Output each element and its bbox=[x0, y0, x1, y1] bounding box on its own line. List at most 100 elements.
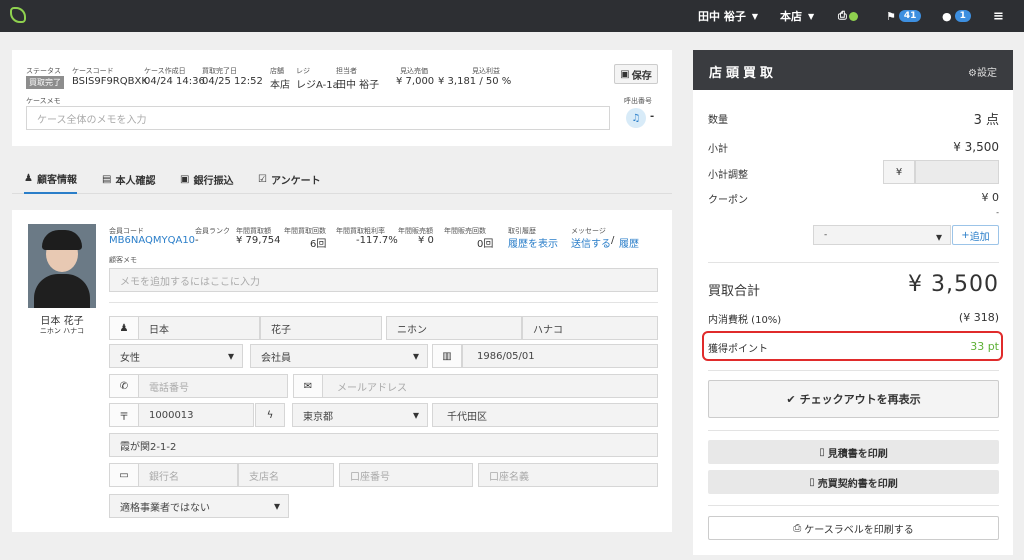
print-label-button[interactable]: ⎙ ケースラベルを印刷する bbox=[708, 516, 999, 540]
coupon-dash: - bbox=[996, 208, 999, 217]
subtotal-label: 小計 bbox=[708, 144, 728, 155]
chat-notifications[interactable]: ● 1 bbox=[942, 0, 971, 32]
points-label: 獲得ポイント bbox=[708, 344, 768, 355]
address-input[interactable]: 霞が関2-1-2 bbox=[109, 433, 658, 457]
settings-link[interactable]: ⚙設定 bbox=[968, 64, 997, 79]
total-row: 買取合計 ¥ 3,500 bbox=[708, 272, 999, 299]
subtotal-row: 小計 ¥ 3,500 bbox=[708, 140, 999, 155]
store-menu[interactable]: 本店 ▼ bbox=[780, 0, 814, 32]
total-value: ¥ 3,500 bbox=[908, 272, 999, 297]
member-type-select[interactable]: 会社員 bbox=[250, 344, 428, 368]
last-kana-input[interactable]: ニホン bbox=[386, 316, 522, 340]
tab-label: 顧客情報 bbox=[36, 174, 77, 186]
customer-memo-input[interactable]: メモを追加するにはここに入力 bbox=[109, 268, 658, 292]
document-icon: ▯ bbox=[809, 476, 815, 488]
tax-value: (¥ 318) bbox=[958, 311, 999, 324]
rank-label: 会員ランク bbox=[195, 227, 230, 235]
last-name-input[interactable]: 日本 bbox=[138, 316, 260, 340]
print-label-text: ケースラベルを印刷する bbox=[804, 524, 914, 536]
qty-row: 数量 3 点 bbox=[708, 111, 999, 128]
photo-body bbox=[34, 274, 90, 308]
money-icon: ▣ bbox=[180, 173, 190, 185]
print-contract-label: 売買契約書を印刷 bbox=[817, 478, 898, 490]
yen-prefix: ¥ bbox=[883, 160, 915, 184]
bell-icon[interactable]: ♫ bbox=[626, 108, 646, 128]
gender-select[interactable]: 女性 bbox=[109, 344, 243, 368]
gear-icon: ⚙ bbox=[968, 68, 977, 79]
divider bbox=[708, 370, 999, 371]
tab-label: アンケート bbox=[270, 175, 321, 187]
email-input[interactable]: メールアドレス bbox=[322, 374, 658, 398]
envelope-icon: ✉ bbox=[293, 374, 323, 398]
store-label: 店舗 bbox=[270, 67, 284, 75]
bank-placeholder: 銀行名 bbox=[149, 471, 179, 483]
city-input[interactable]: 千代田区 bbox=[432, 403, 658, 427]
first-kana-input[interactable]: ハナコ bbox=[522, 316, 658, 340]
member-code-link[interactable]: MB6NAQMYQA10 bbox=[109, 235, 195, 246]
staff-value: 田中 裕子 bbox=[336, 80, 380, 91]
zip-input[interactable]: 1000013 bbox=[138, 403, 254, 427]
case-code-label: ケースコード bbox=[72, 67, 114, 75]
phone-icon: ✆ bbox=[109, 374, 139, 398]
plus-icon: + bbox=[961, 229, 970, 241]
case-memo-input[interactable]: ケース全体のメモを入力 bbox=[26, 106, 610, 130]
done-label: 買取完了日 bbox=[202, 67, 237, 75]
invoice-select[interactable]: 適格事業者ではない bbox=[109, 494, 289, 518]
checkout-button[interactable]: ✔ チェックアウトを再表示 bbox=[708, 380, 999, 418]
coupon-select-value: - bbox=[824, 230, 828, 240]
branch-input[interactable]: 支店名 bbox=[238, 463, 334, 487]
user-menu[interactable]: 田中 裕子 ▼ bbox=[698, 0, 758, 32]
hamburger-menu-icon[interactable]: ≡ bbox=[993, 0, 1004, 32]
gender-value: 女性 bbox=[120, 352, 140, 364]
print-estimate-button[interactable]: ▯ 見積書を印刷 bbox=[708, 440, 999, 464]
tab-customer-info[interactable]: ♟ 顧客情報 bbox=[24, 164, 77, 194]
phone-input[interactable]: 電話番号 bbox=[138, 374, 288, 398]
status-dot-icon bbox=[848, 11, 858, 21]
first-name-input[interactable]: 花子 bbox=[260, 316, 382, 340]
est-profit-value: ¥ 3,181 / 50 % bbox=[438, 76, 512, 87]
coupon-label: クーポン bbox=[708, 195, 748, 206]
printer-icon: ⎙ bbox=[838, 9, 847, 22]
app-logo-icon[interactable] bbox=[10, 7, 26, 23]
coupon-select[interactable]: - bbox=[813, 225, 951, 245]
chevron-down-icon: ▼ bbox=[751, 11, 758, 21]
postal-icon: 〒 bbox=[109, 403, 139, 427]
register-label: レジ bbox=[296, 67, 310, 75]
chat-count-badge: 1 bbox=[954, 10, 971, 22]
sales-value: ¥ 0 bbox=[418, 235, 434, 246]
account-placeholder: 口座番号 bbox=[350, 471, 390, 483]
message-history-link[interactable]: 履歴 bbox=[619, 235, 639, 250]
est-sales-value: ¥ 7,000 bbox=[396, 76, 435, 87]
divider bbox=[708, 262, 999, 263]
customer-panel: 日本 花子 ニホン ハナコ 会員コード MB6NAQMYQA10 会員ランク -… bbox=[12, 210, 672, 532]
user-name: 田中 裕子 bbox=[698, 10, 746, 23]
tab-survey[interactable]: ☑ アンケート bbox=[258, 164, 321, 194]
adjust-input[interactable] bbox=[915, 160, 999, 184]
adjust-label: 小計調整 bbox=[708, 170, 748, 181]
checkout-label: チェックアウトを再表示 bbox=[799, 393, 921, 406]
add-coupon-button[interactable]: + 追加 bbox=[952, 225, 999, 245]
top-bar: 田中 裕子 ▼ 本店 ▼ ⎙ ⚑ 41 ● 1 ≡ bbox=[0, 0, 1024, 32]
annual-buy-value: ¥ 79,754 bbox=[236, 235, 281, 246]
link-separator: / bbox=[611, 235, 615, 246]
bank-name-input[interactable]: 銀行名 bbox=[138, 463, 238, 487]
tab-identity[interactable]: ▤ 本人確認 bbox=[102, 164, 155, 194]
total-label: 買取合計 bbox=[708, 284, 761, 299]
summary-title: 店頭買取 bbox=[709, 66, 778, 81]
history-link[interactable]: 履歴を表示 bbox=[508, 235, 558, 250]
save-button[interactable]: ▣ 保存 bbox=[614, 64, 658, 84]
prefecture-select[interactable]: 東京都 bbox=[292, 403, 428, 427]
flag-notifications[interactable]: ⚑ 41 bbox=[886, 0, 922, 32]
send-message-link[interactable]: 送信する bbox=[571, 235, 611, 250]
print-contract-button[interactable]: ▯ 売買契約書を印刷 bbox=[708, 470, 999, 494]
tab-bank-transfer[interactable]: ▣ 銀行振込 bbox=[180, 164, 233, 194]
account-holder-input[interactable]: 口座名義 bbox=[478, 463, 658, 487]
invoice-value: 適格事業者ではない bbox=[120, 502, 210, 514]
case-memo-placeholder: ケース全体のメモを入力 bbox=[37, 114, 147, 126]
register-value: レジA-1a bbox=[296, 80, 339, 91]
printer-status[interactable]: ⎙ bbox=[838, 0, 858, 32]
case-panel: ステータス 買取完了 ケースコード BSIS9F9RQBXK ケース作成日 04… bbox=[12, 50, 672, 146]
birthday-input[interactable]: 1986/05/01 bbox=[462, 344, 658, 368]
bolt-icon[interactable]: ϟ bbox=[255, 403, 285, 427]
account-number-input[interactable]: 口座番号 bbox=[339, 463, 473, 487]
